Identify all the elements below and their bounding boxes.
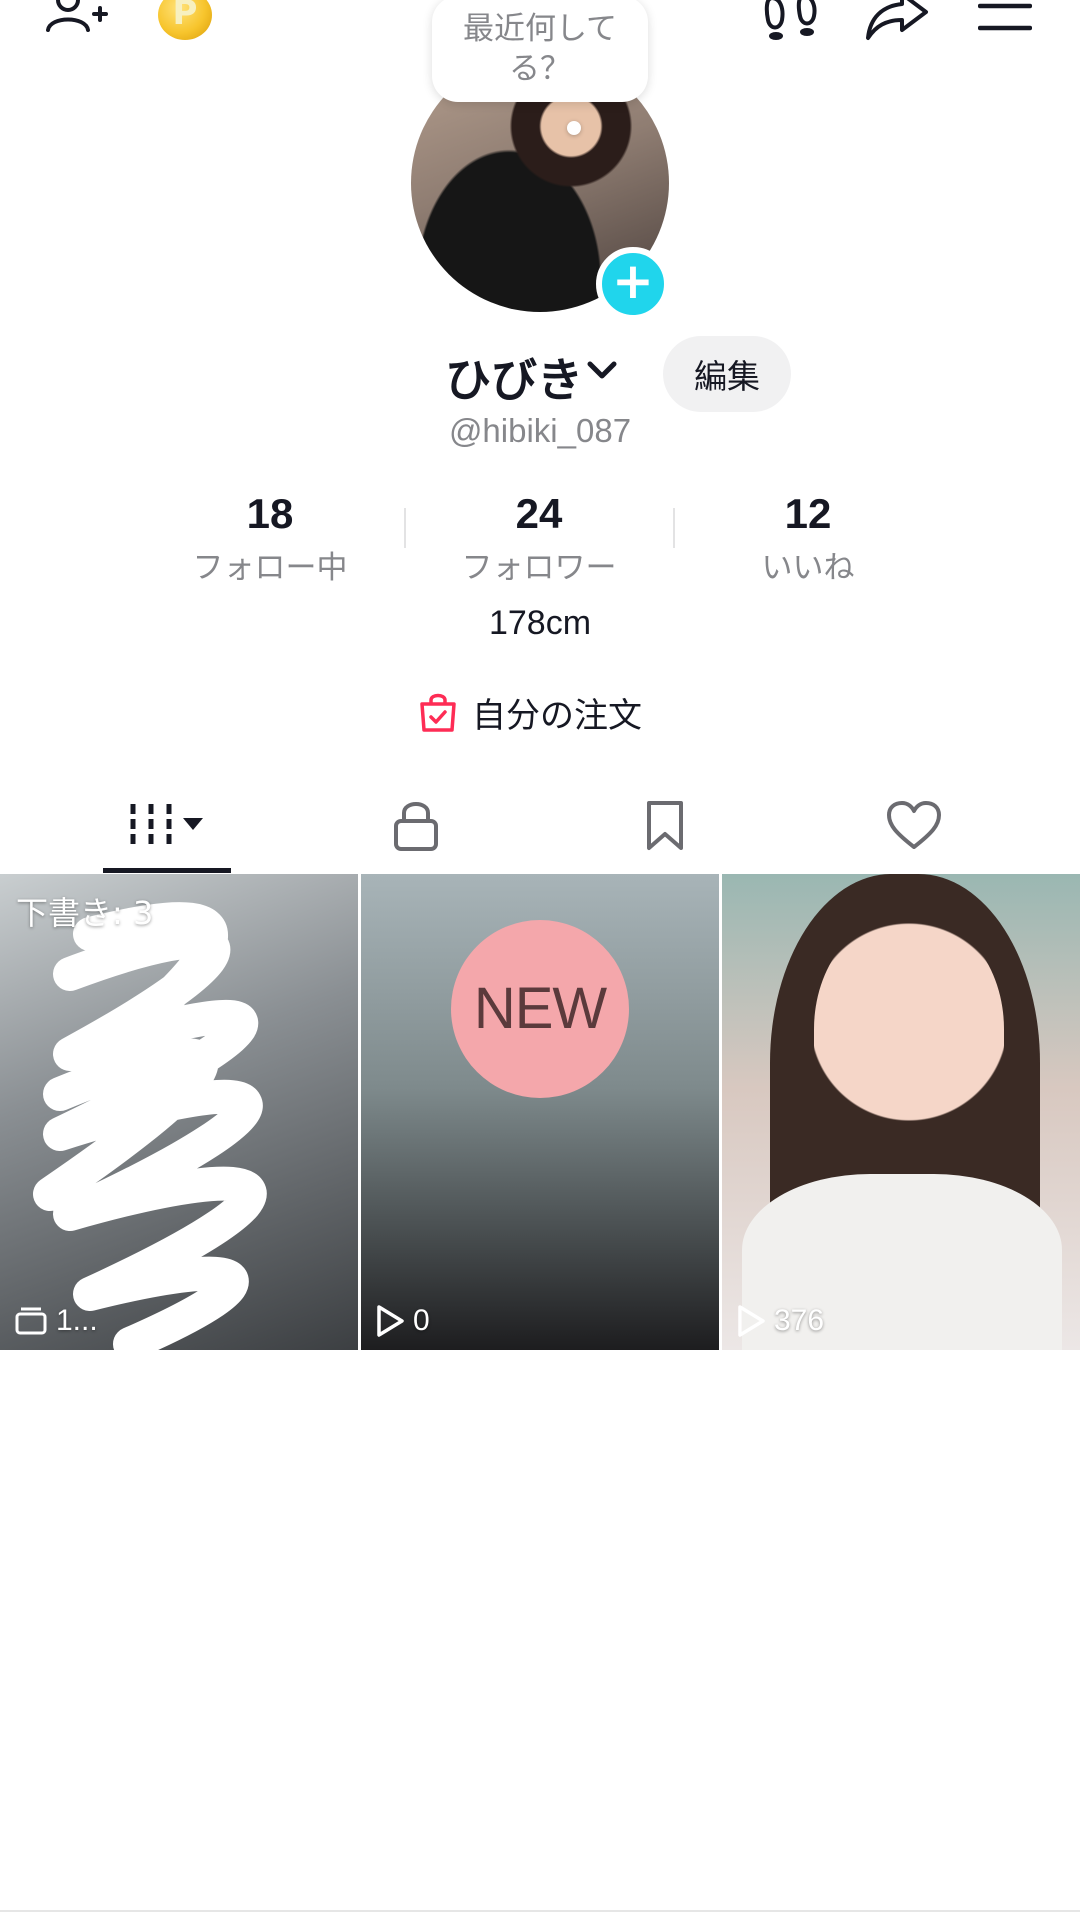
stat-followers[interactable]: 24 フォロワー [419, 488, 659, 587]
add-friend-icon[interactable] [44, 0, 108, 36]
view-count: 376 [736, 1304, 824, 1338]
tab-liked[interactable] [789, 780, 1039, 872]
coin-icon[interactable]: P [158, 0, 212, 40]
stat-following-label: フォロー中 [192, 550, 348, 586]
plus-icon: + [612, 252, 654, 310]
tab-videos[interactable] [42, 780, 292, 872]
coin-symbol: P [172, 0, 198, 33]
share-icon[interactable] [864, 0, 930, 42]
stats-row: 18 フォロー中 24 フォロワー 12 いいね [0, 488, 1080, 588]
video-tile-drafts[interactable]: 下書き: 3 1... [0, 874, 358, 1350]
stat-divider [404, 508, 406, 548]
video-grid: 下書き: 3 1... NEW 0 376 [0, 874, 1080, 1350]
my-orders-link[interactable]: 自分の注文 [418, 684, 642, 740]
drafts-stack-icon [15, 1307, 47, 1335]
status-bubble[interactable]: 最近何してる？ [432, 0, 648, 102]
stat-likes[interactable]: 12 いいね [688, 488, 928, 587]
drafts-label: 下書き: 3 [16, 894, 154, 932]
view-count-value: 376 [774, 1304, 825, 1337]
play-icon [738, 1305, 765, 1337]
drafts-count: 1... [14, 1304, 98, 1338]
tab-private[interactable] [291, 780, 541, 872]
status-bubble-text: 最近何してる？ [462, 11, 618, 87]
stat-divider [673, 508, 675, 548]
play-icon [377, 1305, 404, 1337]
stat-likes-count: 12 [784, 490, 832, 537]
view-count: 0 [375, 1304, 430, 1338]
nickname[interactable]: ひびき [445, 344, 583, 410]
chevron-down-icon[interactable] [586, 360, 618, 382]
footprints-icon[interactable] [762, 0, 822, 42]
bio: 178cm [488, 604, 592, 642]
bottom-divider [0, 1910, 1080, 1912]
video-tile[interactable]: 376 [722, 874, 1080, 1350]
scribble-overlay [33, 902, 267, 1350]
stat-following[interactable]: 18 フォロー中 [150, 488, 390, 587]
grid-icon [130, 804, 203, 848]
video-tile-new[interactable]: NEW 0 [361, 874, 719, 1350]
username: @hibiki_087 [448, 412, 632, 449]
active-tab-indicator [103, 868, 231, 873]
lock-icon [394, 802, 438, 851]
stat-followers-count: 24 [515, 490, 563, 537]
view-count-value: 0 [413, 1304, 430, 1337]
bookmark-icon [647, 801, 683, 850]
stat-following-count: 18 [246, 490, 294, 537]
video-thumbnail-face [814, 914, 1004, 1154]
menu-icon[interactable] [978, 0, 1032, 36]
heart-icon [887, 801, 941, 849]
profile-tabs [0, 780, 1080, 872]
bubble-tail [567, 121, 581, 135]
name-row: ひびき 編集 [0, 336, 1080, 416]
drafts-count-value: 1... [56, 1304, 98, 1337]
edit-profile-button[interactable]: 編集 [663, 336, 791, 412]
new-badge: NEW [451, 920, 629, 1098]
shopping-bag-icon [420, 693, 456, 732]
stat-likes-label: いいね [761, 550, 855, 586]
tab-saved[interactable] [540, 780, 790, 872]
my-orders-label: 自分の注文 [472, 695, 642, 736]
stat-followers-label: フォロワー [461, 550, 617, 586]
add-story-button[interactable]: + [596, 247, 670, 321]
